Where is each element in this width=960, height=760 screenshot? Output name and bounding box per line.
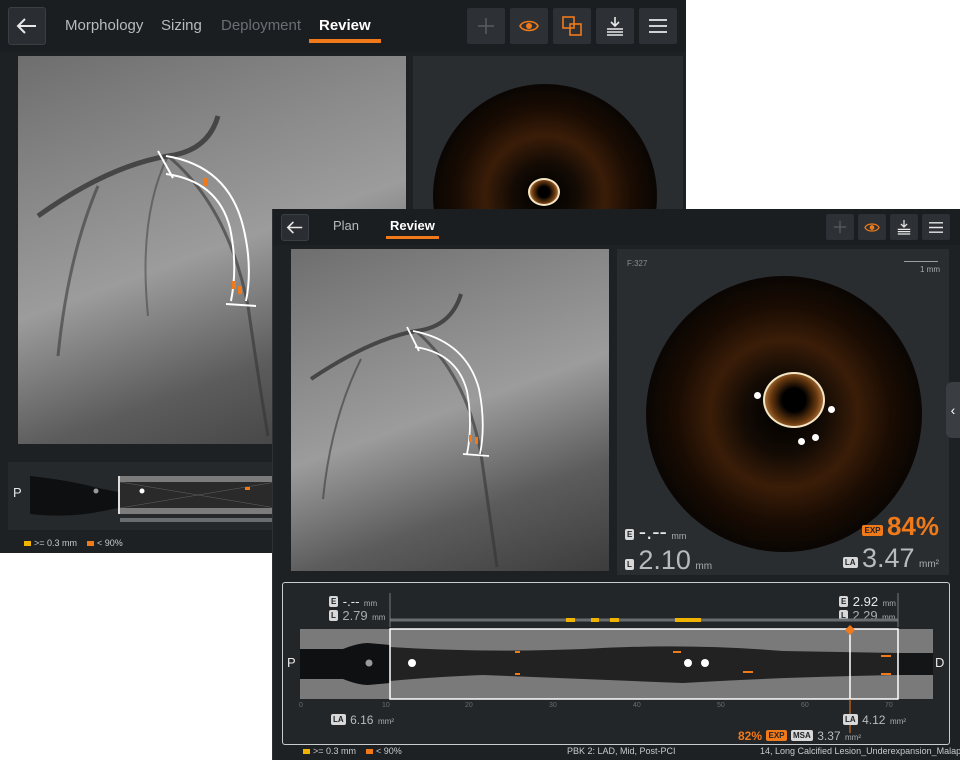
arrow-left-icon	[16, 18, 36, 34]
tab-plan[interactable]: Plan	[333, 218, 359, 233]
tab-deployment: Deployment	[221, 17, 302, 34]
front-top-bar: Plan Review	[273, 209, 960, 245]
export-button[interactable]	[890, 214, 918, 240]
chevron-left-icon: ‹	[950, 402, 956, 418]
add-button[interactable]	[826, 214, 854, 240]
axis-tick: 10	[382, 702, 390, 709]
eye-icon	[519, 20, 539, 32]
back-top-bar: Morphology Sizing Deployment Review	[0, 0, 686, 52]
visibility-button[interactable]	[858, 214, 886, 240]
menu-button[interactable]	[922, 214, 950, 240]
angiogram-view[interactable]	[291, 249, 609, 571]
menu-button[interactable]	[639, 8, 677, 44]
front-review-window: Plan Review F:327 1 mm E -.-- mm L 2.10 …	[272, 209, 960, 760]
axis-tick: 50	[717, 702, 725, 709]
oct-l-readout: L 2.10 mm	[625, 545, 713, 575]
tab-morphology[interactable]: Morphology	[65, 17, 143, 34]
overlay-icon	[562, 16, 582, 36]
menu-icon	[649, 19, 667, 33]
status-pbk: PBK 2: LAD, Mid, Post-PCI	[567, 746, 676, 756]
visibility-button[interactable]	[510, 8, 548, 44]
menu-icon	[929, 221, 943, 233]
oct-view[interactable]: F:327 1 mm E -.-- mm L 2.10 mm EXP 84% L…	[617, 249, 949, 575]
e-chip: E	[625, 529, 635, 541]
tab-review[interactable]: Review	[386, 218, 439, 239]
side-panel-toggle[interactable]: ‹	[946, 382, 960, 438]
tab-review[interactable]: Review	[309, 17, 381, 43]
strut-marker	[828, 406, 835, 413]
oct-lumen-area-readout: LA 3.47 mm²	[842, 543, 939, 573]
left-lumen-area: LA 6.16 mm²	[331, 713, 394, 727]
axis-tick: 20	[465, 702, 473, 709]
oct-expansion-readout: EXP 84%	[862, 511, 939, 541]
back-button[interactable]	[8, 7, 46, 45]
eye-icon	[864, 222, 880, 232]
scale-label: 1 mm	[920, 265, 940, 274]
axis-tick: 60	[801, 702, 809, 709]
vessel-overlay	[309, 293, 499, 568]
back-button[interactable]	[281, 214, 309, 241]
legend-expansion: < 90%	[366, 746, 402, 756]
l-chip: L	[625, 559, 634, 571]
lumen-contour	[528, 178, 560, 206]
axis-tick: 40	[633, 702, 641, 709]
lumen-contour	[763, 372, 825, 428]
status-case: 14, Long Calcified Lesion_Underexpansion…	[760, 746, 960, 756]
export-icon	[607, 17, 623, 36]
strut-marker	[754, 392, 761, 399]
vessel-profile	[30, 476, 277, 522]
add-icon	[478, 18, 494, 34]
oct-view[interactable]	[413, 56, 683, 216]
export-icon	[897, 220, 911, 235]
export-button[interactable]	[596, 8, 634, 44]
back-legend-threshold: >= 0.3 mm	[24, 538, 77, 548]
longitudinal-view[interactable]: E -.-- mm L 2.79 mm E 2.92 mm L 2.29 mm …	[282, 582, 950, 745]
frame-number: F:327	[627, 259, 648, 268]
legend-threshold: >= 0.3 mm	[303, 746, 356, 756]
axis-tick: 0	[299, 702, 303, 709]
axis-tick: 30	[549, 702, 557, 709]
overlay-button[interactable]	[553, 8, 591, 44]
tab-sizing[interactable]: Sizing	[161, 17, 202, 34]
scale-bar	[904, 261, 938, 262]
longitudinal-view[interactable]: P	[8, 462, 277, 530]
strut-marker	[812, 434, 819, 441]
back-legend-expansion: < 90%	[87, 538, 123, 548]
add-icon	[833, 220, 847, 234]
arrow-left-icon	[286, 221, 303, 234]
min-stent-area-readout: 82% EXP MSA 3.37 mm²	[738, 729, 861, 743]
strut-marker	[798, 438, 805, 445]
oct-e-readout: E -.-- mm	[625, 519, 687, 544]
axis-tick: 70	[885, 702, 893, 709]
add-button[interactable]	[467, 8, 505, 44]
